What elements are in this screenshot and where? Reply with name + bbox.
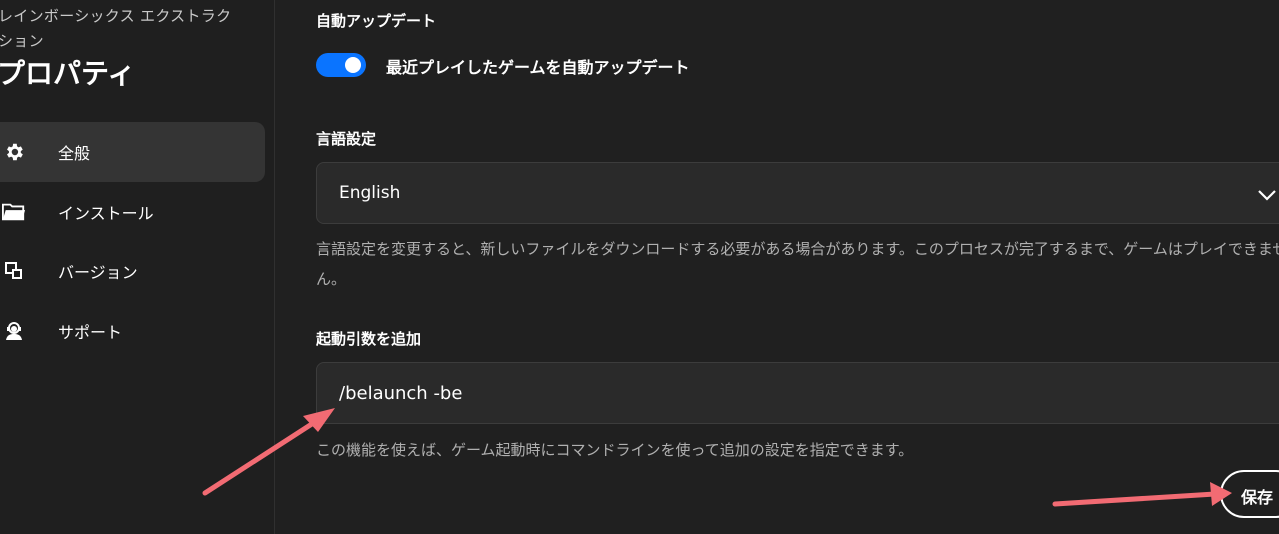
main-content: 自動アップデート 最近プレイしたゲームを自動アップデート 言語設定 Englis…	[276, 0, 1279, 534]
sidebar-item-install[interactable]: インストール	[0, 182, 265, 242]
properties-window: レインボーシックス エクストラクション プロパティ 全般 インストール バージョ…	[0, 0, 1279, 534]
sidebar: レインボーシックス エクストラクション プロパティ 全般 インストール バージョ…	[0, 0, 275, 534]
launch-args-heading: 起動引数を追加	[316, 330, 422, 348]
sidebar-item-general[interactable]: 全般	[0, 122, 265, 182]
save-button[interactable]: 保存	[1220, 470, 1279, 518]
auto-update-heading: 自動アップデート	[316, 12, 437, 30]
sidebar-item-version[interactable]: バージョン	[0, 241, 265, 301]
auto-update-toggle-label: 最近プレイしたゲームを自動アップデート	[386, 58, 690, 77]
auto-update-toggle[interactable]	[316, 53, 366, 77]
versions-icon	[2, 259, 26, 283]
sidebar-item-support[interactable]: サポート	[0, 301, 265, 361]
language-heading: 言語設定	[316, 130, 377, 148]
chevron-down-icon	[1257, 185, 1277, 205]
launch-args-value: /belaunch -be	[339, 383, 463, 404]
launch-args-input[interactable]: /belaunch -be	[316, 362, 1279, 424]
toggle-knob	[345, 57, 361, 73]
save-button-label: 保存	[1241, 488, 1274, 507]
sidebar-item-label: 全般	[58, 144, 91, 163]
folder-icon	[2, 200, 26, 224]
gear-icon	[2, 140, 26, 164]
sidebar-item-label: バージョン	[58, 263, 138, 282]
language-selected-value: English	[339, 183, 401, 203]
sidebar-item-label: サポート	[58, 323, 123, 342]
game-title: レインボーシックス エクストラクション	[0, 7, 232, 50]
launch-args-help-text: この機能を使えば、ゲーム起動時にコマンドラインを使って追加の設定を指定できます。	[316, 441, 914, 459]
support-agent-icon	[2, 319, 26, 343]
sidebar-item-label: インストール	[58, 204, 154, 223]
language-select[interactable]: English	[316, 162, 1279, 224]
page-title: プロパティ	[0, 57, 136, 90]
language-help-text: 言語設定を変更すると、新しいファイルをダウンロードする必要がある場合があります。…	[316, 240, 1279, 288]
